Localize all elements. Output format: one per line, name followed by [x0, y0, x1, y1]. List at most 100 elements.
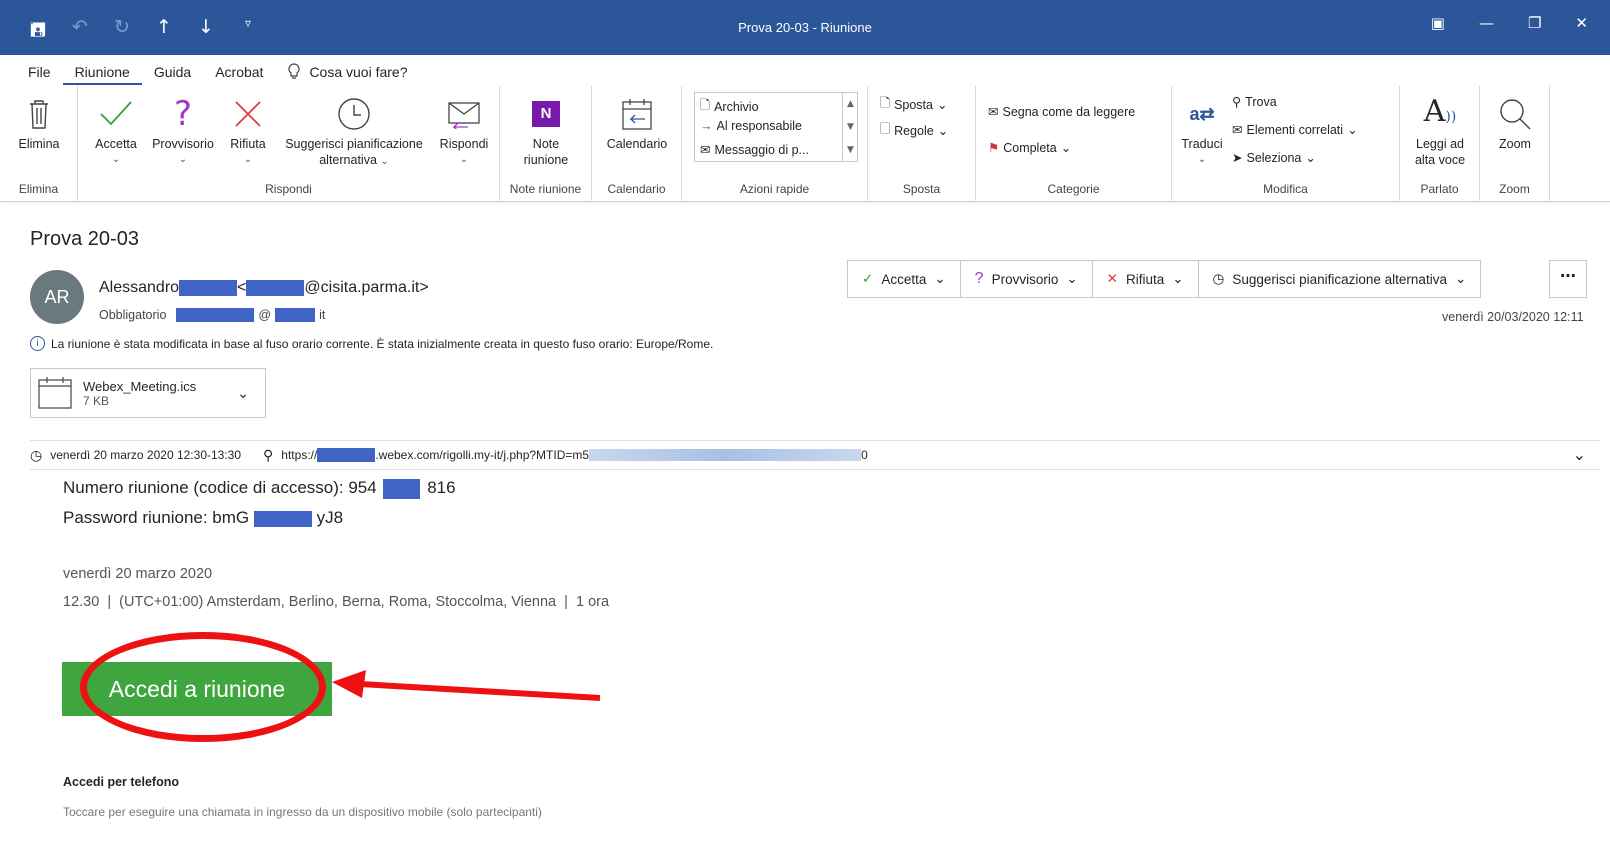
meeting-number: Numero riunione (codice di accesso): 954…	[63, 478, 456, 499]
trash-icon	[30, 100, 48, 129]
annotation-arrow	[332, 670, 601, 701]
sender-name: Alessandro	[99, 279, 180, 296]
redaction	[317, 448, 376, 462]
propose-time-response-button[interactable]: ◷ Suggerisci pianificazione alternativa ⌄	[1199, 261, 1481, 297]
read-aloud-icon: A))	[1423, 93, 1457, 129]
required-attendees: Obbligatorio @ it	[99, 308, 326, 322]
rules-button[interactable]: 🗌 Regole ⌄	[880, 120, 948, 141]
calendar-file-icon	[38, 377, 72, 409]
redaction	[176, 308, 255, 322]
chevron-down-icon: ⌄	[934, 271, 946, 286]
related-button[interactable]: ✉ Elementi correlati ⌄	[1232, 122, 1358, 138]
tentative-response-button[interactable]: ? Provvisorio ⌄	[961, 261, 1093, 297]
tell-me-label: Cosa vuoi fare?	[309, 64, 408, 80]
group-modifica: a⇄ Traduci ⌄ ⚲ Trova ✉ Elementi correlati ⌄ …	[1172, 86, 1400, 202]
accept-button[interactable]: Accetta ⌄	[88, 92, 144, 168]
move-button[interactable]: 🗋 Sposta ⌄	[880, 94, 947, 115]
translate-button[interactable]: a⇄ Traduci ⌄	[1178, 92, 1226, 168]
respond-button[interactable]: Rispondi ⌄	[434, 92, 494, 168]
find-button[interactable]: ⚲ Trova	[1232, 94, 1277, 110]
x-icon: ✕	[1106, 271, 1118, 286]
magnifier-icon	[1500, 99, 1531, 130]
calendar-button[interactable]: Calendario	[600, 92, 674, 152]
more-actions-button[interactable]: ⋯	[1549, 260, 1587, 298]
quick-steps-scroll[interactable]: ▲ ▼ ▼	[842, 92, 858, 162]
zoom-button[interactable]: Zoom	[1486, 92, 1544, 152]
chevron-down-icon: ⌄	[1454, 271, 1467, 286]
sender-email-domain: @cisita.parma.it>	[304, 279, 429, 296]
attachment-size: 7 KB	[83, 393, 110, 408]
decline-button[interactable]: Rifiuta ⌄	[222, 92, 274, 168]
select-button[interactable]: ➤ Seleziona ⌄	[1232, 150, 1316, 166]
chevron-down-icon[interactable]: ⌄	[237, 385, 249, 402]
group-calendario: Calendario Calendario	[592, 86, 682, 202]
minimize-icon[interactable]: —	[1479, 14, 1494, 32]
move-icon: 🗋	[880, 96, 891, 110]
location-icon: ⚲	[263, 446, 274, 463]
accept-response-button[interactable]: ✓ Accetta ⌄	[848, 261, 961, 297]
message-subject: Prova 20-03	[30, 228, 139, 250]
clock-icon: ◷	[30, 446, 43, 463]
quick-step-archivio[interactable]: 🗋 Archivio	[700, 96, 759, 117]
ribbon: Elimina Elimina Accetta ⌄ ? Provvisorio ⌄ …	[0, 86, 1610, 202]
blurred-link-part	[589, 449, 862, 461]
restore-icon[interactable]: ❐	[1528, 14, 1541, 32]
group-elimina: Elimina Elimina	[0, 86, 78, 202]
ribbon-display-icon[interactable]: ▣	[1431, 14, 1445, 32]
search-icon: ⚲	[1232, 95, 1242, 109]
phone-section-text: Toccare per eseguire una chiamata in ing…	[63, 805, 542, 819]
message-date: venerdì 20/03/2020 12:11	[1442, 310, 1584, 324]
question-icon: ?	[974, 270, 984, 287]
read-aloud-button[interactable]: A)) Leggi ad alta voce	[1406, 92, 1474, 168]
envelope-icon: ✉	[700, 143, 711, 157]
tab-guida[interactable]: Guida	[142, 59, 203, 85]
tab-riunione[interactable]: Riunione	[62, 59, 142, 85]
group-categorie: ✉ Segna come da leggere ⚑ Completa ⌄ Catego…	[976, 86, 1172, 202]
lightbulb-icon	[288, 63, 300, 79]
info-icon: i	[30, 336, 45, 351]
flag-icon: ⚑	[988, 141, 1000, 155]
tab-acrobat[interactable]: Acrobat	[203, 59, 275, 85]
quick-step-responsabile[interactable]: → Al responsabile	[700, 119, 802, 133]
meeting-link[interactable]: .webex.com/rigolli.my-it/j.php?MTID=m5	[375, 448, 589, 462]
meeting-notes-button[interactable]: N Note riunione	[510, 92, 582, 168]
avatar: AR	[30, 270, 84, 324]
envelope-reply-icon	[448, 102, 480, 129]
window-controls: ▣ — ❐ ✕	[1431, 14, 1610, 32]
delete-button[interactable]: Elimina	[6, 92, 72, 152]
archive-icon: 🗋	[700, 98, 711, 112]
decline-response-button[interactable]: ✕ Rifiuta ⌄	[1093, 261, 1199, 297]
onenote-icon: N	[532, 101, 560, 127]
attachment-name: Webex_Meeting.ics	[83, 378, 197, 394]
meeting-time-details: 12.30 | (UTC+01:00) Amsterdam, Berlino, …	[63, 594, 610, 610]
window-title: Prova 20-03 - Riunione	[738, 20, 872, 35]
chevron-down-icon[interactable]: ⌄	[1573, 445, 1586, 465]
close-icon[interactable]: ✕	[1575, 14, 1588, 32]
rules-icon: 🗌	[880, 122, 891, 136]
meeting-details-row: ◷ venerdì 20 marzo 2020 12:30-13:30 ⚲ ht…	[30, 440, 1600, 470]
sender-line[interactable]: Alessandro < @cisita.parma.it>	[99, 279, 429, 297]
mark-unread-button[interactable]: ✉ Segna come da leggere	[988, 104, 1135, 120]
follow-up-button[interactable]: ⚑ Completa ⌄	[988, 140, 1071, 156]
group-sposta: 🗋 Sposta ⌄ 🗌 Regole ⌄ Sposta	[868, 86, 976, 202]
x-icon	[235, 101, 261, 127]
redaction	[383, 478, 421, 499]
redaction	[275, 308, 316, 322]
question-icon: ?	[173, 94, 193, 134]
group-azioni-rapide: 🗋 Archivio → Al responsabile ✉ Messaggio di…	[682, 86, 868, 202]
clock-icon	[338, 98, 370, 130]
group-parlato: A)) Leggi ad alta voce Parlato	[1400, 86, 1480, 202]
tentative-button[interactable]: ? Provvisorio ⌄	[144, 92, 222, 168]
arrow-right-icon: →	[700, 119, 713, 133]
phone-section-title: Accedi per telefono	[63, 775, 179, 789]
propose-time-button[interactable]: Suggerisci pianificazione alternativa ⌄	[274, 92, 434, 170]
meeting-day: venerdì 20 marzo 2020	[63, 566, 213, 582]
calendar-icon	[622, 99, 652, 130]
chevron-down-icon: ⌄	[1172, 271, 1184, 286]
clock-icon: ◷	[1212, 271, 1225, 286]
tab-file[interactable]: File	[16, 59, 63, 85]
quick-step-messaggio[interactable]: ✉ Messaggio di p...	[700, 142, 809, 158]
chevron-down-icon: ⌄	[1066, 271, 1078, 286]
attachment[interactable]: Webex_Meeting.ics 7 KB ⌄	[30, 368, 266, 418]
tell-me-search[interactable]: Cosa vuoi fare?	[275, 59, 419, 85]
